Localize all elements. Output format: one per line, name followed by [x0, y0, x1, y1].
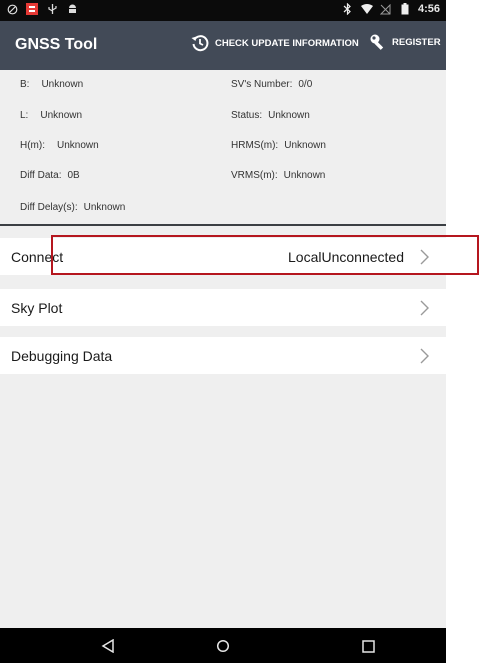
register-button[interactable]: REGISTER	[369, 33, 441, 51]
latitude-b: B: Unknown	[20, 79, 84, 90]
android-debug-icon	[66, 3, 78, 15]
chevron-right-icon	[420, 300, 429, 321]
sky-plot-label: Sky Plot	[11, 299, 63, 316]
menu-item-debugging-data[interactable]: Debugging Data	[0, 337, 446, 374]
home-icon[interactable]	[213, 637, 233, 655]
debugging-data-label: Debugging Data	[11, 347, 113, 364]
fix-status: Status: Unknown	[231, 110, 310, 121]
vrms: VRMS(m): Unknown	[231, 170, 326, 181]
connection-status-value: LocalUnconnected	[288, 248, 404, 265]
phone-screen: 4:56 GNSS Tool CHECK UPDATE INFORMATION …	[0, 0, 446, 663]
status-bar: 4:56	[0, 0, 446, 21]
app-bar: GNSS Tool CHECK UPDATE INFORMATION REGIS…	[0, 21, 446, 70]
recents-icon[interactable]	[358, 637, 378, 655]
bluetooth-icon	[342, 3, 354, 15]
chevron-right-icon	[420, 348, 429, 369]
height-h: H(m): Unknown	[20, 140, 99, 151]
wifi-icon	[360, 3, 373, 15]
check-update-label: CHECK UPDATE INFORMATION	[215, 37, 359, 49]
check-update-button[interactable]: CHECK UPDATE INFORMATION	[190, 33, 359, 53]
menu-item-connect[interactable]: Connect LocalUnconnected	[0, 238, 446, 275]
key-icon	[369, 33, 387, 51]
alarm-icon	[6, 3, 18, 15]
usb-icon	[46, 3, 58, 15]
history-icon	[190, 33, 210, 53]
app-title: GNSS Tool	[15, 36, 98, 53]
section-divider	[0, 224, 446, 226]
register-label: REGISTER	[392, 36, 441, 48]
hrms: HRMS(m): Unknown	[231, 140, 326, 151]
app-notification-icon	[26, 3, 38, 15]
chevron-right-icon	[420, 249, 429, 270]
no-sim-icon	[380, 3, 392, 15]
back-icon[interactable]	[98, 637, 118, 655]
battery-icon	[399, 3, 411, 15]
diff-delay: Diff Delay(s): Unknown	[20, 202, 126, 213]
menu-item-sky-plot[interactable]: Sky Plot	[0, 289, 446, 326]
sv-number: SV's Number: 0/0	[231, 79, 313, 90]
navigation-bar	[0, 628, 446, 663]
longitude-l: L: Unknown	[20, 110, 83, 121]
connect-label: Connect	[11, 248, 64, 265]
diff-data: Diff Data: 0B	[20, 170, 80, 181]
gnss-info-panel: B: Unknown L: Unknown H(m): Unknown Diff Da…	[0, 70, 446, 222]
status-time: 4:56	[417, 3, 440, 15]
